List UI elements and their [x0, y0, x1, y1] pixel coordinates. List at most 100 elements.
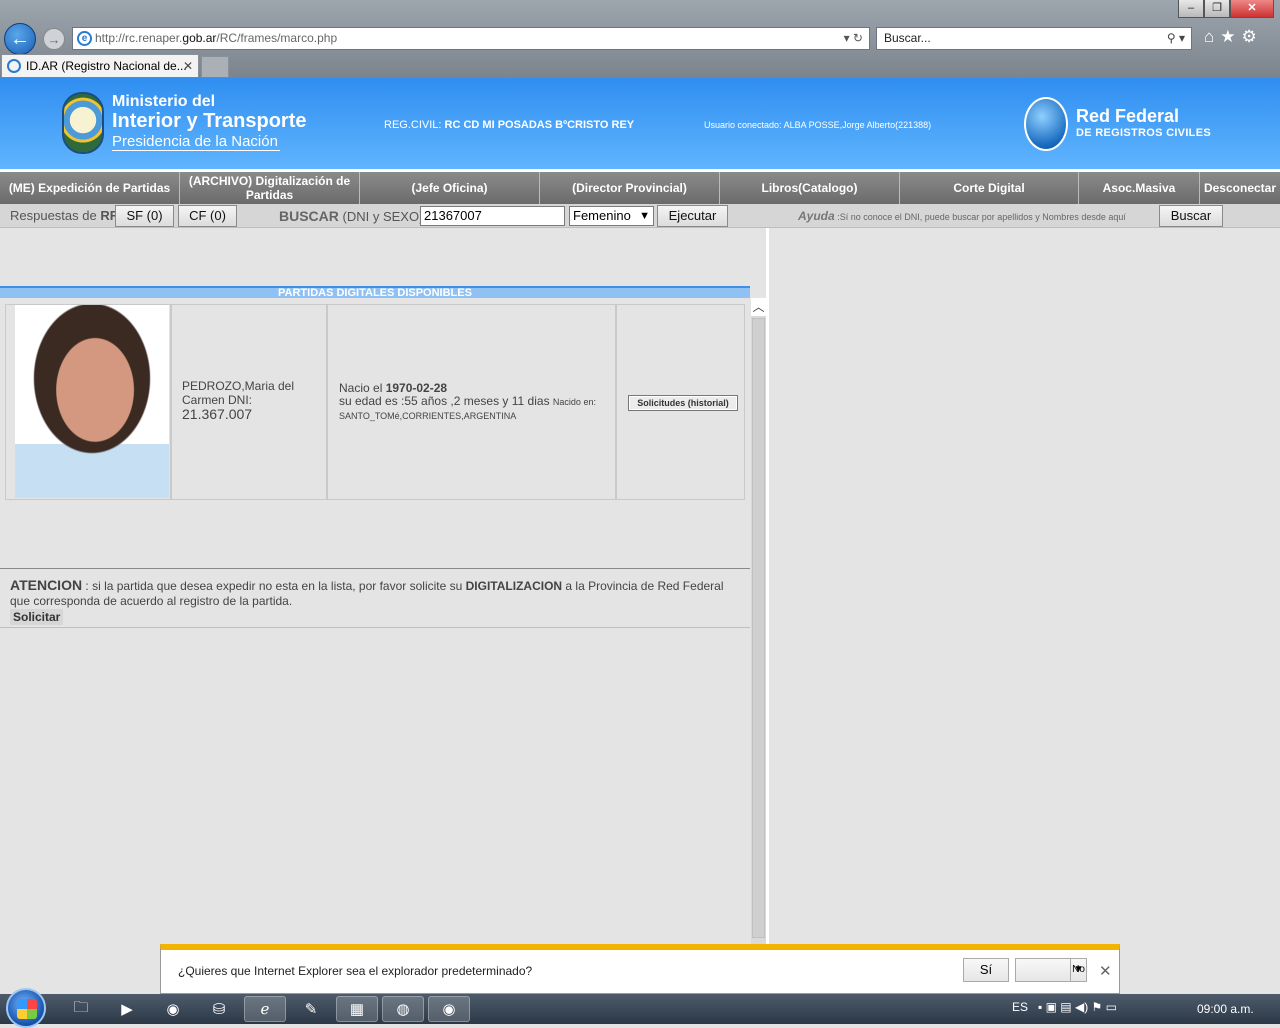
tab-close-icon[interactable]: ✕ [183, 55, 193, 77]
search-box[interactable]: Buscar... ⚲ ▾ [876, 27, 1192, 50]
chrome-icon[interactable]: ◉ [152, 996, 194, 1022]
tab-title: ID.AR (Registro Nacional de... [26, 59, 187, 73]
notepad-icon[interactable]: ✎ [290, 996, 332, 1022]
menu-item-expedicion[interactable]: (ME) Expedición de Partidas [0, 172, 180, 204]
dni-number: 21.367.007 [182, 406, 253, 422]
refresh-icon[interactable]: ▾ ↻ [844, 28, 863, 49]
solicitar-button[interactable]: Solicitar [10, 609, 64, 625]
sex-selected: Femenino [573, 208, 631, 223]
language-indicator[interactable]: ES [1012, 1000, 1028, 1014]
firefox-icon[interactable]: ◍ [382, 996, 424, 1022]
browser-tab[interactable]: ID.AR (Registro Nacional de... ✕ [1, 54, 199, 77]
menu-item-archivo[interactable]: (ARCHIVO) Digitalización de Partidas [180, 172, 360, 204]
taskbar: 🗀 ▶ ◉ ⛁ ℯ ✎ ▦ ◍ ◉ ES ▪ ▣ ▤ ◀) ⚑ ▭ 09:00 … [0, 988, 1280, 1028]
person-name: PEDROZO,Maria del Carmen DNI: 21.367.007 [182, 379, 312, 422]
attention-title: ATENCION [10, 577, 83, 593]
tray: ES ▪ ▣ ▤ ◀) ⚑ ▭ [1012, 1000, 1117, 1014]
tray-icons[interactable]: ▪ ▣ ▤ ◀) ⚑ ▭ [1038, 1000, 1117, 1014]
connected-user: Usuario conectado: ALBA POSSE,Jorge Albe… [704, 120, 931, 130]
scroll-thumb[interactable] [752, 318, 765, 938]
frame-divider[interactable] [766, 228, 769, 944]
birth-info: Nacio el 1970-02-28 su edad es :55 años … [339, 382, 609, 423]
menu-item-desconectar[interactable]: Desconectar [1200, 172, 1280, 204]
url-path: /RC/frames/marco.php [216, 31, 338, 45]
menu-item-jefe-oficina[interactable]: (Jefe Oficina) [360, 172, 540, 204]
close-window-icon[interactable]: ✕ [1230, 0, 1274, 18]
home-icon[interactable]: ⌂ [1204, 27, 1214, 47]
start-button[interactable] [6, 988, 46, 1028]
dni-input[interactable]: 21367007 [420, 206, 565, 226]
divider-top [0, 568, 750, 569]
birthplace: SANTO_TOMé,CORRIENTES,ARGENTINA [339, 411, 517, 421]
ministry-line2: Interior y Transporte [112, 110, 307, 132]
ayuda-text: :Sí no conoce el DNI, puede buscar por a… [834, 212, 1126, 222]
chrome-window-icon[interactable]: ◉ [428, 996, 470, 1022]
ie-icon: e [77, 31, 92, 46]
divider-bottom [0, 627, 750, 628]
yes-button[interactable]: Sí [963, 958, 1009, 982]
forward-icon[interactable]: → [43, 28, 65, 50]
rf-title: Red Federal [1076, 106, 1180, 126]
url-domain: gob.ar [182, 31, 217, 45]
toolbar-icons: ⌂ ★ ⚙ [1204, 27, 1257, 47]
buscar-hint: (DNI y SEXO) [338, 209, 424, 224]
default-browser-notification: ¿Quieres que Internet Explorer sea el ex… [160, 944, 1120, 994]
argentina-seal-icon [62, 92, 104, 154]
no-button[interactable]: No ▼ [1015, 958, 1087, 982]
scrollbar[interactable]: ︿ [751, 298, 766, 944]
user-label: Usuario conectado: [704, 120, 784, 130]
attention-notice: ATENCION : si la partida que desea exped… [10, 578, 740, 609]
buscar-button[interactable]: Buscar [1159, 205, 1223, 227]
reg-civil: REG.CIVIL: RC CD MI POSADAS BºCRISTO REY [384, 119, 634, 131]
attention-digitalizacion: DIGITALIZACION [465, 579, 563, 593]
attention-text1: : si la partida que desea expedir no est… [82, 579, 466, 593]
chevron-down-icon: ▼ [639, 210, 650, 222]
buscar-title: BUSCAR [279, 208, 339, 224]
name-text: PEDROZO,Maria del Carmen DNI: [182, 379, 295, 407]
birth-date: 1970-02-28 [385, 381, 448, 395]
notification-question: ¿Quieres que Internet Explorer sea el ex… [178, 964, 533, 978]
buscar-label: BUSCAR (DNI y SEXO) [279, 208, 423, 224]
explorer-icon[interactable]: 🗀 [60, 996, 102, 1022]
new-tab-button[interactable] [201, 56, 229, 77]
sex-select[interactable]: Femenino ▼ [569, 206, 654, 226]
close-icon[interactable]: ✕ [1099, 962, 1112, 980]
sf-button[interactable]: SF (0) [115, 205, 174, 227]
solicitudes-button[interactable]: Solicitudes (historial) [628, 395, 738, 411]
clock[interactable]: 09:00 a.m. [1197, 1002, 1254, 1016]
section-title: PARTIDAS DIGITALES DISPONIBLES [0, 286, 750, 299]
ministry-line1: Ministerio del [112, 93, 216, 110]
search-icon[interactable]: ⚲ ▾ [1167, 28, 1185, 49]
scroll-up-icon[interactable]: ︿ [751, 298, 766, 316]
browser-chrome: – ❐ ✕ ← → e http://rc.renaper.gob.ar/RC/… [0, 0, 1280, 78]
menu-item-corte-digital[interactable]: Corte Digital [900, 172, 1079, 204]
internet-explorer-icon[interactable]: ℯ [244, 996, 286, 1022]
search-placeholder: Buscar... [884, 31, 931, 45]
nacido-label: Nacido en: [552, 397, 596, 407]
presentation-icon[interactable]: ▦ [336, 996, 378, 1022]
gear-icon[interactable]: ⚙ [1242, 27, 1257, 47]
maximize-icon[interactable]: ❐ [1204, 0, 1230, 18]
back-icon[interactable]: ← [4, 23, 36, 55]
menu-item-director-provincial[interactable]: (Director Provincial) [540, 172, 720, 204]
window-controls: – ❐ ✕ [1178, 0, 1274, 18]
ejecutar-button[interactable]: Ejecutar [657, 205, 728, 227]
menu-item-libros[interactable]: Libros(Catalogo) [720, 172, 900, 204]
ministry-line3: Presidencia de la Nación [112, 133, 280, 151]
address-bar[interactable]: e http://rc.renaper.gob.ar/RC/frames/mar… [72, 27, 870, 50]
age-text: su edad es :55 años ,2 meses y 11 dias [339, 394, 553, 408]
minimize-icon[interactable]: – [1178, 0, 1204, 18]
user-value: ALBA POSSE,Jorge Alberto(221388) [783, 120, 932, 130]
ayuda-hint: Ayuda :Sí no conoce el DNI, puede buscar… [798, 209, 1126, 223]
media-player-icon[interactable]: ▶ [106, 996, 148, 1022]
menu-item-asoc-masiva[interactable]: Asoc.Masiva [1079, 172, 1200, 204]
pdf-reader-icon[interactable]: ⛁ [198, 996, 240, 1022]
url-prefix: http://rc.renaper. [95, 31, 183, 45]
respuestas-text: Respuestas de [10, 208, 101, 223]
chevron-down-icon[interactable]: ▼ [1070, 959, 1086, 981]
respuestas-label: Respuestas de RF [10, 208, 118, 223]
person-photo [15, 305, 169, 498]
cf-button[interactable]: CF (0) [178, 205, 237, 227]
reg-civil-label: REG.CIVIL: [384, 119, 445, 131]
star-icon[interactable]: ★ [1220, 27, 1235, 47]
